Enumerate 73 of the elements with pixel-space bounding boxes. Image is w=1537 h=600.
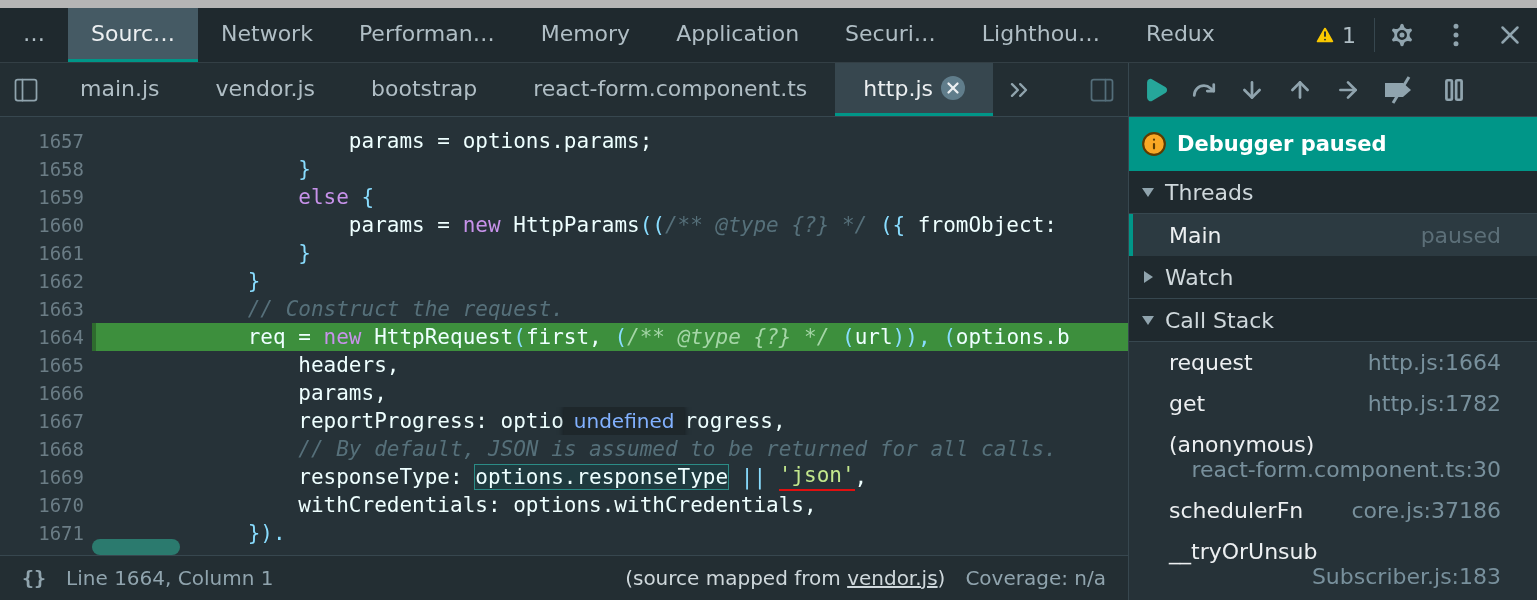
- file-tab[interactable]: vendor.js: [187, 63, 344, 116]
- file-tab[interactable]: main.js: [52, 63, 188, 116]
- line-number: 1659: [37, 186, 85, 208]
- section-header[interactable]: Call Stack: [1129, 299, 1537, 342]
- panel-tab[interactable]: Application: [653, 8, 823, 62]
- warning-count-text: 1: [1342, 22, 1356, 48]
- coverage-text: Coverage: n/a: [965, 566, 1106, 590]
- frame-name[interactable]: (anonymous): [1169, 432, 1315, 457]
- panel-tab[interactable]: Network: [198, 8, 336, 62]
- line-number: 1671: [37, 522, 85, 544]
- warning-count[interactable]: 1: [1296, 18, 1375, 52]
- file-tab[interactable]: bootstrap: [343, 63, 506, 116]
- section-title: Call Stack: [1165, 307, 1274, 333]
- source-map-note: (source mapped from vendor.js): [625, 566, 946, 590]
- line-number: 1669: [37, 466, 85, 488]
- line-number: 1666: [37, 382, 85, 404]
- code-line: }).: [246, 520, 287, 547]
- panel-tab[interactable]: Memory: [517, 8, 654, 62]
- panel-tab[interactable]: Securi…: [822, 8, 959, 62]
- frame-name[interactable]: get: [1169, 391, 1206, 416]
- frame-location[interactable]: Subscriber.js:183: [1311, 564, 1501, 589]
- code-line: }: [297, 156, 312, 183]
- section-title: Watch: [1165, 264, 1234, 290]
- code-line: params = new HttpParams((/** @type {?} */ ({ fromObject:: [347, 212, 1058, 239]
- warning-icon: [1314, 24, 1336, 46]
- code-line: headers,: [297, 352, 401, 379]
- line-number: 1663: [37, 298, 85, 320]
- frame-location[interactable]: http.js:1782: [1367, 391, 1501, 416]
- line-number: 1662: [37, 270, 85, 292]
- code-line: withCredentials: options.withCredentials,: [297, 492, 818, 519]
- section-header[interactable]: Watch: [1129, 256, 1537, 299]
- frame-name[interactable]: __tryOrUnsub: [1169, 539, 1318, 564]
- pretty-print-button[interactable]: {}: [22, 566, 47, 590]
- cursor-position: Line 1664, Column 1: [66, 566, 274, 590]
- panel-tab[interactable]: Lighthou…: [958, 8, 1124, 62]
- code-line: }: [246, 268, 262, 295]
- code-line: params,: [297, 380, 388, 407]
- line-number: 1664: [37, 326, 85, 348]
- line-number: 1660: [37, 214, 85, 236]
- code-line: reportProgress: optio undefined rogress,: [297, 407, 787, 435]
- line-number: 1667: [37, 410, 85, 432]
- frame-name[interactable]: request: [1169, 350, 1253, 375]
- line-number: 1657: [37, 130, 85, 152]
- section-header[interactable]: Threads: [1129, 171, 1537, 214]
- panel-tab[interactable]: …: [0, 8, 68, 62]
- code-line: else {: [297, 184, 376, 211]
- code-line: // By default, JSON is assumed to be returned for all calls.: [297, 436, 1058, 463]
- section-title: Threads: [1165, 179, 1254, 205]
- frame-location[interactable]: core.js:37186: [1351, 498, 1501, 523]
- panel-tab[interactable]: Performan…: [335, 8, 518, 62]
- code-line: params = options.params;: [347, 128, 654, 155]
- thread-name: Main: [1169, 222, 1222, 248]
- line-number: 1658: [37, 158, 85, 180]
- info-icon: [1141, 131, 1167, 157]
- line-number: 1670: [37, 494, 85, 516]
- code-line: responseType: options.responseType || 'json',: [297, 463, 869, 491]
- code-line: }: [297, 240, 312, 267]
- value-tooltip: undefined: [563, 407, 685, 435]
- code-line: // Construct the request.: [246, 296, 565, 323]
- source-link[interactable]: vendor.js: [847, 566, 938, 590]
- line-number: 1668: [37, 438, 85, 460]
- frame-name[interactable]: schedulerFn: [1169, 498, 1304, 523]
- banner-text: Debugger paused: [1177, 132, 1387, 156]
- line-number: 1661: [37, 242, 85, 264]
- close-tab-icon[interactable]: [940, 76, 965, 100]
- frame-location[interactable]: http.js:1664: [1367, 350, 1501, 375]
- panel-tab[interactable]: Sourc…: [68, 8, 199, 62]
- scrollbar-thumb[interactable]: [92, 539, 180, 555]
- line-number: 1665: [37, 354, 85, 376]
- panel-tab[interactable]: Redux: [1123, 8, 1238, 62]
- file-tab[interactable]: react-form.component.ts: [505, 63, 836, 116]
- frame-location[interactable]: react-form.component.ts:30: [1191, 457, 1501, 482]
- file-tab[interactable]: http.js: [835, 63, 993, 116]
